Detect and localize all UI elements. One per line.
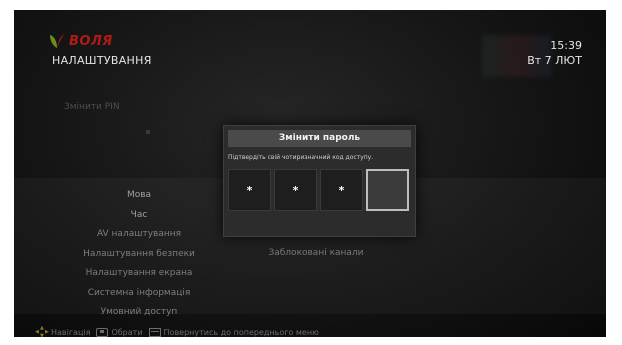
dialog-title: Змінити пароль [228, 130, 411, 147]
settings-menu: Мова Час AV налаштування Налаштування бе… [54, 186, 224, 323]
background-marker [146, 130, 150, 134]
nav-arrows-icon: ▲ ▼ ◀ ▶ [35, 325, 49, 337]
menu-item-time[interactable]: Час [54, 206, 224, 226]
change-password-dialog: Змінити пароль Підтвердіть свій чотиризн… [223, 125, 416, 237]
brand-logo: ВОЛЯ [48, 32, 113, 50]
tv-screen: ВОЛЯ НАЛАШТУВАННЯ 15:39 Вт 7 ЛЮТ Змінити… [14, 10, 606, 337]
back-button-icon [148, 327, 161, 337]
clock-time: 15:39 [550, 39, 582, 52]
footer-select-label: Обрати [111, 327, 143, 337]
submenu-item-locked-channels[interactable]: Заблоковані канали [226, 244, 406, 264]
pin-digit-4[interactable] [366, 169, 409, 211]
footer-hints: ▲ ▼ ◀ ▶ Навігація Обрати Повернутись до … [35, 325, 325, 337]
leaf-logo-icon [50, 34, 64, 48]
pin-digit-3[interactable]: * [320, 169, 363, 211]
ok-button-icon [96, 327, 109, 337]
pin-digit-2[interactable]: * [274, 169, 317, 211]
clock: 15:39 Вт 7 ЛЮТ [527, 38, 582, 68]
menu-item-screen-settings[interactable]: Налаштування екрана [54, 264, 224, 284]
menu-item-system-info[interactable]: Системна інформація [54, 284, 224, 304]
brand-name: ВОЛЯ [69, 33, 113, 49]
background-menu-item: Змінити PIN [64, 102, 120, 112]
pin-entry: * * * [228, 169, 409, 211]
footer-nav-label: Навігація [51, 327, 91, 337]
menu-item-security-settings[interactable]: Налаштування безпеки [54, 245, 224, 265]
dialog-message: Підтвердіть свій чотиризначний код досту… [228, 154, 374, 161]
menu-item-av-settings[interactable]: AV налаштування [54, 225, 224, 245]
pin-digit-1[interactable]: * [228, 169, 271, 211]
menu-item-conditional-access[interactable]: Умовний доступ [54, 303, 224, 323]
footer-back-label: Повернутись до попереднього меню [163, 327, 319, 337]
clock-date: Вт 7 ЛЮТ [527, 54, 582, 67]
page-title: НАЛАШТУВАННЯ [52, 54, 152, 67]
menu-item-language[interactable]: Мова [54, 186, 224, 206]
